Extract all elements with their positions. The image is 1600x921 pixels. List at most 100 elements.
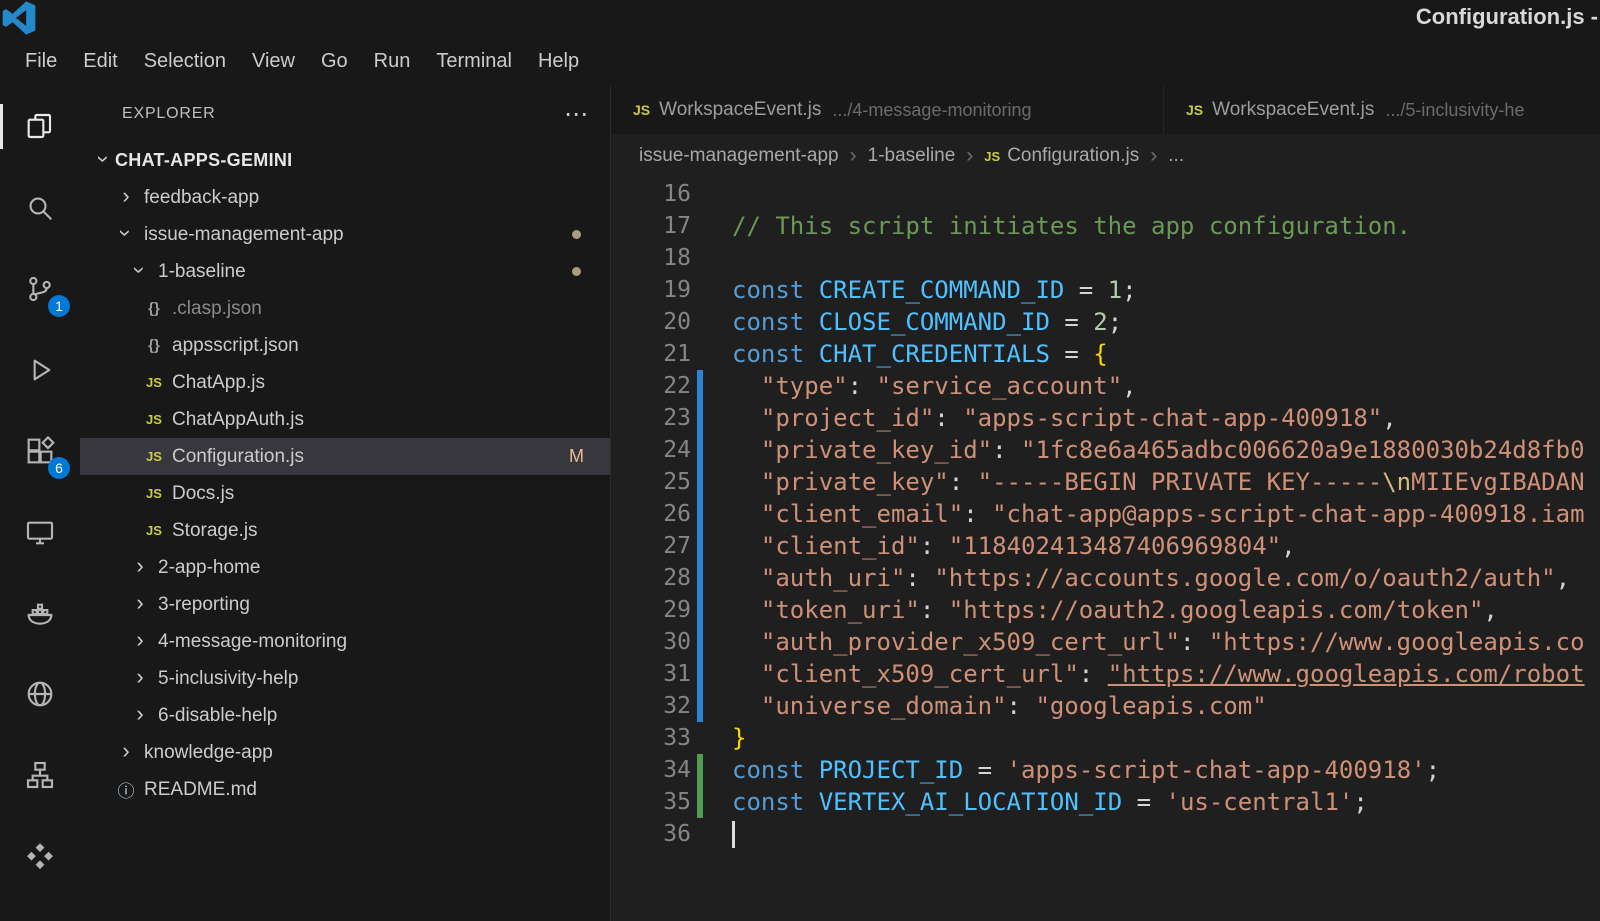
menu-item-view[interactable]: View (239, 50, 308, 73)
tree-item-5-inclusivity-help[interactable]: 5-inclusivity-help (80, 660, 610, 697)
activity-explorer[interactable] (0, 86, 80, 167)
activity-docker[interactable] (0, 572, 80, 653)
more-actions-icon[interactable]: ⋯ (564, 100, 588, 129)
menu-item-file[interactable]: File (12, 50, 70, 73)
line-number[interactable]: 25 (611, 469, 691, 495)
code-line[interactable]: 28 "auth_uri": "https://accounts.google.… (611, 562, 1600, 594)
tab-description: .../4-message-monitoring (832, 100, 1031, 121)
tree-item-knowledge-app[interactable]: knowledge-app (80, 734, 610, 771)
menu-item-terminal[interactable]: Terminal (423, 50, 525, 73)
tree-item-chatappauth-js[interactable]: JSChatAppAuth.js (80, 401, 610, 438)
tree-item-docs-js[interactable]: JSDocs.js (80, 475, 610, 512)
chevron-down-icon[interactable] (115, 224, 137, 246)
line-number[interactable]: 20 (611, 309, 691, 335)
code-line[interactable]: 35const VERTEX_AI_LOCATION_ID = 'us-cent… (611, 786, 1600, 818)
chevron-right-icon[interactable] (115, 187, 137, 209)
line-number[interactable]: 30 (611, 629, 691, 655)
code-line[interactable]: 31 "client_x509_cert_url": "https://www.… (611, 658, 1600, 690)
code-line[interactable]: 23 "project_id": "apps-script-chat-app-4… (611, 402, 1600, 434)
code-line[interactable]: 24 "private_key_id": "1fc8e6a465adbc0066… (611, 434, 1600, 466)
tree-item-clasp-json[interactable]: {}.clasp.json (80, 290, 610, 327)
activity-globe[interactable] (0, 653, 80, 734)
code-line[interactable]: 30 "auth_provider_x509_cert_url": "https… (611, 626, 1600, 658)
code-line[interactable]: 26 "client_email": "chat-app@apps-script… (611, 498, 1600, 530)
tree-item-configuration-js[interactable]: JSConfiguration.jsM (80, 438, 610, 475)
chevron-right-icon[interactable] (129, 557, 151, 579)
code-line[interactable]: 17// This script initiates the app confi… (611, 210, 1600, 242)
line-number[interactable]: 21 (611, 341, 691, 367)
line-number[interactable]: 34 (611, 757, 691, 783)
code-line[interactable]: 18 (611, 242, 1600, 274)
breadcrumb-1-baseline[interactable]: 1-baseline (868, 145, 956, 167)
code-line[interactable]: 33} (611, 722, 1600, 754)
code-area[interactable]: 16 17// This script initiates the app con… (611, 178, 1600, 921)
menu-item-go[interactable]: Go (308, 50, 361, 73)
tree-root-chat-apps-gemini[interactable]: CHAT-APPS-GEMINI (80, 142, 610, 179)
chevron-right-icon[interactable] (129, 594, 151, 616)
tree-item-3-reporting[interactable]: 3-reporting (80, 586, 610, 623)
tree-item-4-message-monitoring[interactable]: 4-message-monitoring (80, 623, 610, 660)
activity-diamonds[interactable] (0, 815, 80, 896)
code-line[interactable]: 25 "private_key": "-----BEGIN PRIVATE KE… (611, 466, 1600, 498)
activity-extensions[interactable]: 6 (0, 410, 80, 491)
activity-run-debug[interactable] (0, 329, 80, 410)
chevron-right-icon[interactable] (115, 742, 137, 764)
code-line[interactable]: 29 "token_uri": "https://oauth2.googleap… (611, 594, 1600, 626)
chevron-down-icon[interactable] (129, 261, 151, 283)
line-number[interactable]: 32 (611, 693, 691, 719)
menu-item-edit[interactable]: Edit (70, 50, 130, 73)
search-icon (24, 192, 56, 224)
tree-item-chatapp-js[interactable]: JSChatApp.js (80, 364, 610, 401)
line-number[interactable]: 26 (611, 501, 691, 527)
line-number[interactable]: 19 (611, 277, 691, 303)
code-token: "https://accounts.google.com/o/oauth2/au… (934, 564, 1555, 592)
code-line[interactable]: 36 (611, 818, 1600, 850)
code-line[interactable]: 20const CLOSE_COMMAND_ID = 2; (611, 306, 1600, 338)
line-number[interactable]: 36 (611, 821, 691, 847)
tree-item-issue-management-app[interactable]: issue-management-app (80, 216, 610, 253)
menu-item-help[interactable]: Help (525, 50, 592, 73)
line-number[interactable]: 35 (611, 789, 691, 815)
code-token: "chat-app@apps-script-chat-app-400918.ia… (992, 500, 1584, 528)
line-number[interactable]: 33 (611, 725, 691, 751)
line-number[interactable]: 17 (611, 213, 691, 239)
activity-hierarchy[interactable] (0, 734, 80, 815)
line-number[interactable]: 28 (611, 565, 691, 591)
breadcrumb-[interactable]: ... (1168, 145, 1184, 167)
line-number[interactable]: 18 (611, 245, 691, 271)
line-number[interactable]: 23 (611, 405, 691, 431)
line-number[interactable]: 29 (611, 597, 691, 623)
line-number[interactable]: 22 (611, 373, 691, 399)
code-line[interactable]: 22 "type": "service_account", (611, 370, 1600, 402)
tab-1-workspaceevent-js[interactable]: JSWorkspaceEvent.js.../4-message-monitor… (611, 86, 1164, 134)
activity-search[interactable] (0, 167, 80, 248)
line-number[interactable]: 31 (611, 661, 691, 687)
code-line[interactable]: 21const CHAT_CREDENTIALS = { (611, 338, 1600, 370)
menu-item-run[interactable]: Run (361, 50, 424, 73)
chevron-right-icon[interactable] (129, 631, 151, 653)
tree-item-appsscript-json[interactable]: {}appsscript.json (80, 327, 610, 364)
line-number[interactable]: 27 (611, 533, 691, 559)
tree-item-6-disable-help[interactable]: 6-disable-help (80, 697, 610, 734)
chevron-right-icon[interactable] (129, 668, 151, 690)
tree-item-feedback-app[interactable]: feedback-app (80, 179, 610, 216)
code-line[interactable]: 16 (611, 178, 1600, 210)
tab-2-workspaceevent-js[interactable]: JSWorkspaceEvent.js.../5-inclusivity-he (1164, 86, 1600, 134)
tree-item-storage-js[interactable]: JSStorage.js (80, 512, 610, 549)
breadcrumb-configuration-js[interactable]: JSConfiguration.js (984, 145, 1139, 167)
code-line[interactable]: 19const CREATE_COMMAND_ID = 1; (611, 274, 1600, 306)
activity-remote-explorer[interactable] (0, 491, 80, 572)
tree-item-1-baseline[interactable]: 1-baseline (80, 253, 610, 290)
tree-item-readme-md[interactable]: ⓘREADME.md (80, 771, 610, 808)
breadcrumb-issue-management-app[interactable]: issue-management-app (639, 145, 839, 167)
menu-item-selection[interactable]: Selection (131, 50, 239, 73)
line-number[interactable]: 16 (611, 181, 691, 207)
code-token: = (1122, 788, 1165, 816)
code-line[interactable]: 27 "client_id": "118402413487406969804", (611, 530, 1600, 562)
line-number[interactable]: 24 (611, 437, 691, 463)
code-line[interactable]: 34const PROJECT_ID = 'apps-script-chat-a… (611, 754, 1600, 786)
code-line[interactable]: 32 "universe_domain": "googleapis.com" (611, 690, 1600, 722)
tree-item-2-app-home[interactable]: 2-app-home (80, 549, 610, 586)
chevron-right-icon[interactable] (129, 705, 151, 727)
activity-source-control[interactable]: 1 (0, 248, 80, 329)
